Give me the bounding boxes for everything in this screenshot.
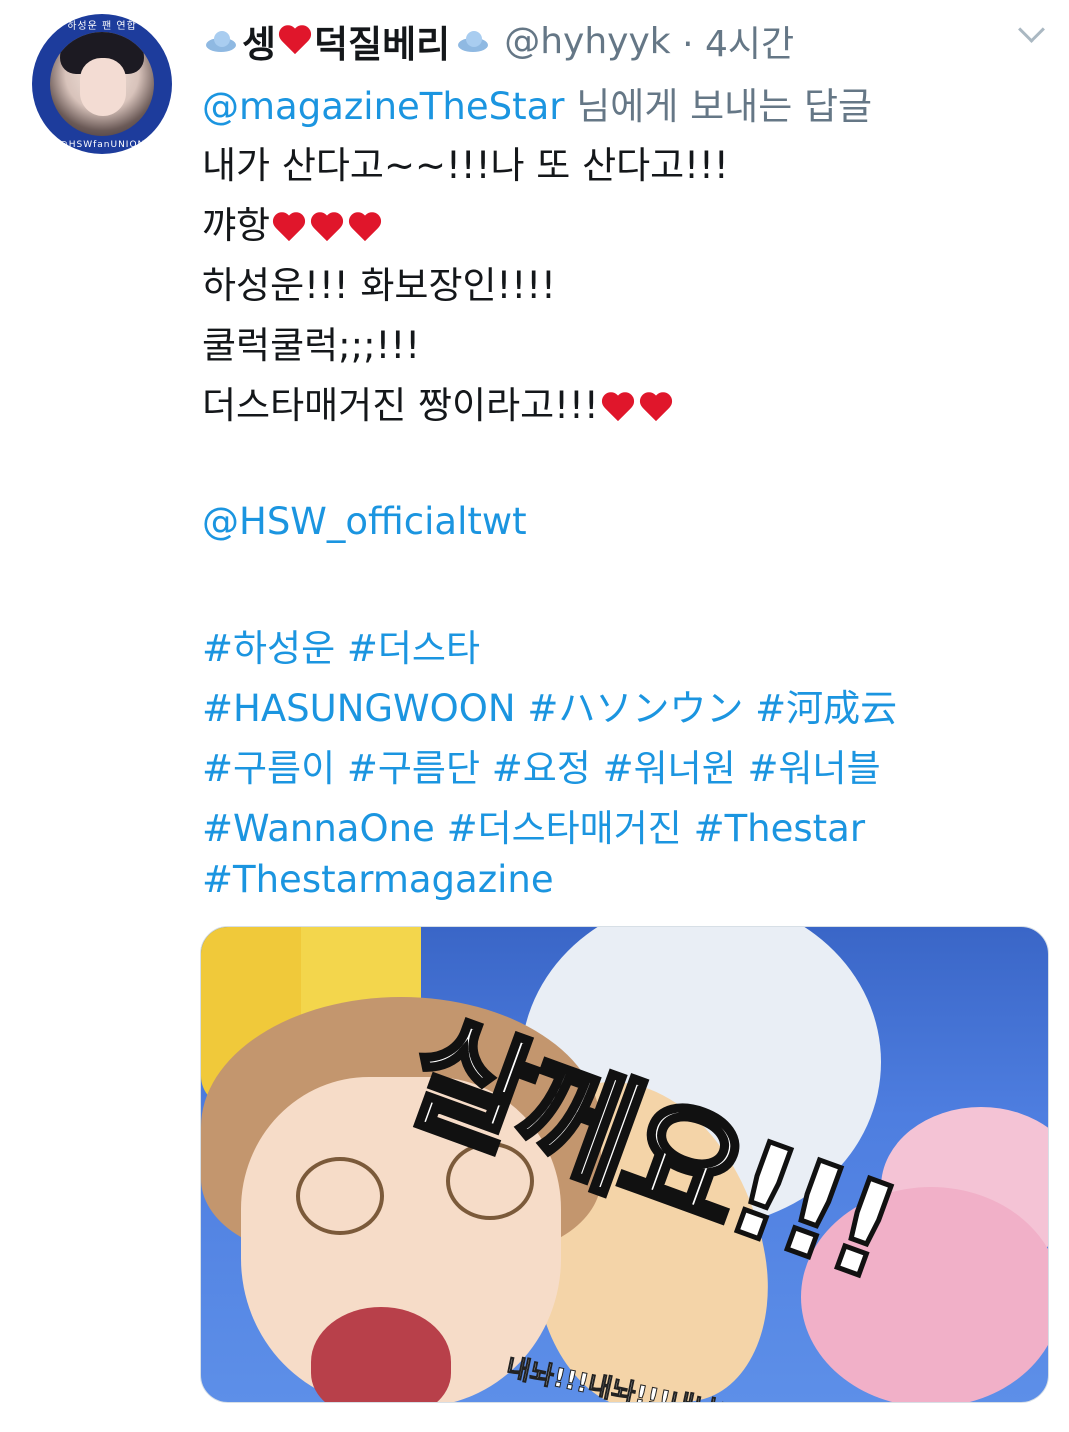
heart-icon: [272, 213, 306, 243]
avatar-ring-bottom-text: @HSWfanUNION: [58, 140, 146, 150]
tweet-line-1: 내가 산다고~~!!!나 또 산다고!!!: [202, 144, 729, 187]
user-handle[interactable]: @hyhyyk: [504, 21, 670, 62]
tweet-media-image[interactable]: 살께요!!! 내놔!!!내놔!!!내놔!!!내놔!!!내놔랏!!!...: [200, 926, 1049, 1403]
tweet-line-5: 더스타매거진 짱이라고!!!: [202, 376, 729, 436]
tweet-header: 셍 덕질베리 @hyhyyk · 4시간: [202, 14, 1042, 66]
heart-icon: [348, 213, 382, 243]
display-name-part2[interactable]: 덕질베리: [314, 23, 450, 66]
reply-mention-link[interactable]: @magazineTheStar: [202, 85, 564, 128]
display-name-part1[interactable]: 셍: [242, 23, 276, 66]
tweet-line-4: 쿨럭쿨럭;;;!!!: [202, 324, 421, 367]
heart-icon: [639, 393, 673, 423]
tweet-line-2: 꺄항: [202, 196, 729, 256]
heart-icon: [310, 213, 344, 243]
hashtag-line-1[interactable]: #하성운 #더스타: [202, 618, 480, 672]
avatar[interactable]: 하성운 팬 연합 @HSWfanUNION: [32, 14, 172, 154]
tweet-text: 내가 산다고~~!!!나 또 산다고!!! 꺄항 하성운!!! 화보장인!!!!…: [202, 136, 729, 436]
tweet-timestamp[interactable]: · 4시간: [671, 24, 794, 65]
hashtag-line-3[interactable]: #구름이 #구름단 #요정 #워너원 #워너블: [202, 738, 881, 792]
reply-suffix: 님에게 보내는 답글: [564, 85, 873, 128]
avatar-photo: [50, 32, 154, 136]
avatar-ring-top-text: 하성운 팬 연합: [67, 21, 137, 32]
hashtag-line-2[interactable]: #HASUNGWOON #ハソンウン #河成云: [202, 678, 897, 732]
cloud-icon: [454, 30, 490, 52]
heart-icon: [278, 26, 312, 56]
reply-context: @magazineTheStar 님에게 보내는 답글: [202, 76, 872, 130]
hashtag-line-4[interactable]: #WannaOne #더스타매거진 #Thestar: [202, 798, 865, 852]
cloud-icon: [202, 30, 238, 52]
heart-icon: [601, 393, 635, 423]
official-mention-link[interactable]: @HSW_officialtwt: [202, 500, 527, 543]
hashtag-line-5[interactable]: #Thestarmagazine: [202, 858, 554, 901]
tweet-line-3: 하성운!!! 화보장인!!!!: [202, 264, 556, 307]
